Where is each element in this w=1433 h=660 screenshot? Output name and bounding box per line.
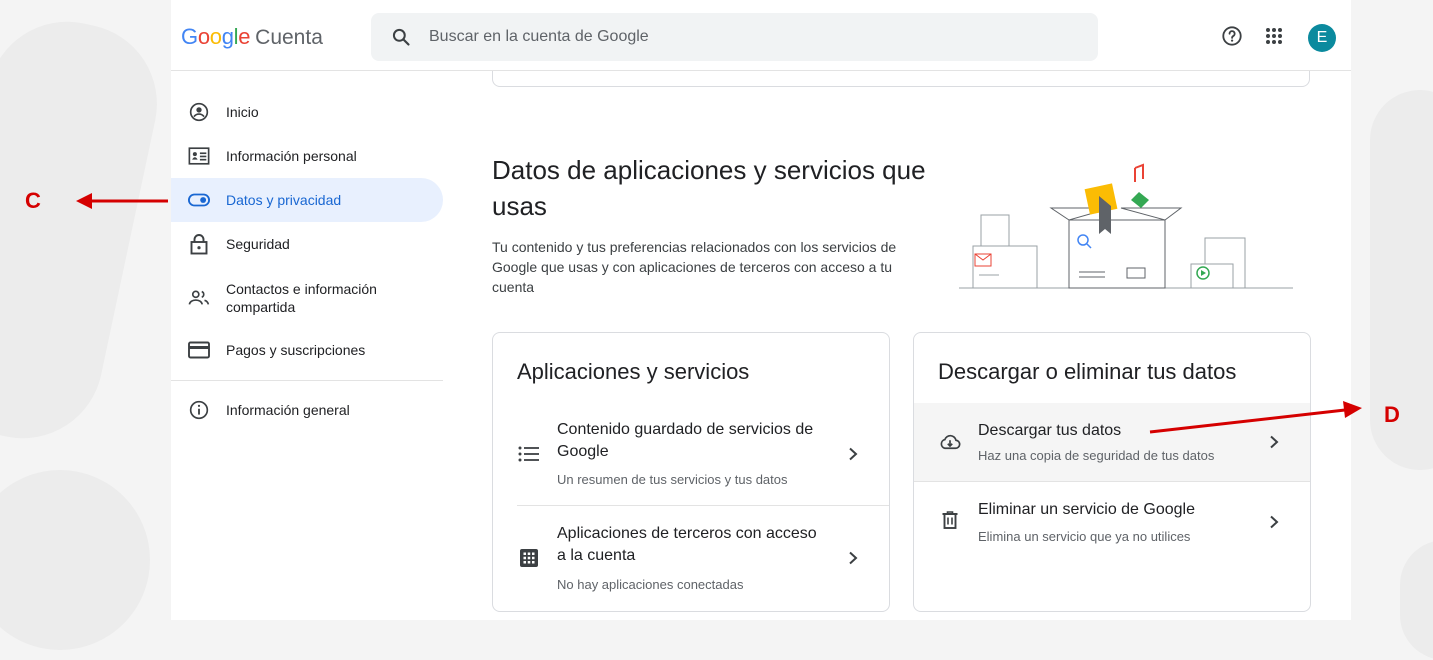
- sidebar-item-informacion-personal[interactable]: Información personal: [171, 144, 443, 168]
- third-party-apps-row[interactable]: Aplicaciones de terceros con acceso a la…: [493, 506, 889, 610]
- row-title: Aplicaciones de terceros con acceso a la…: [557, 525, 817, 564]
- delete-service-row[interactable]: Eliminar un servicio de Google Elimina u…: [914, 482, 1310, 562]
- app-grid-icon: [517, 546, 541, 570]
- toggle-icon: [188, 189, 210, 211]
- trash-icon: [938, 508, 962, 532]
- chevron-right-icon: [1262, 510, 1286, 534]
- person-circle-icon: [188, 101, 210, 123]
- download-data-row[interactable]: Descargar tus datos Haz una copia de seg…: [914, 403, 1310, 481]
- sidebar-divider: [171, 380, 443, 381]
- background-shape: [1400, 540, 1433, 660]
- chevron-right-icon: [841, 442, 865, 466]
- sidebar-item-informacion-general[interactable]: Información general: [171, 398, 443, 422]
- background-shape: [0, 6, 172, 454]
- apps-box-illustration: [959, 163, 1293, 289]
- background-shape: [1370, 90, 1433, 470]
- top-app-bar: Google Cuenta E: [171, 0, 1351, 71]
- search-input[interactable]: [427, 27, 1031, 47]
- sidebar-item-datos-y-privacidad[interactable]: Datos y privacidad: [171, 178, 443, 222]
- row-title: Contenido guardado de servicios de Googl…: [557, 421, 814, 460]
- apps-grid-icon[interactable]: [1262, 24, 1286, 48]
- row-subtitle: Un resumen de tus servicios y tus datos: [557, 472, 788, 487]
- google-wordmark: Google: [181, 24, 251, 49]
- help-circle-icon[interactable]: [1220, 24, 1244, 48]
- card-title: Aplicaciones y servicios: [517, 359, 750, 384]
- row-title: Descargar tus datos: [978, 422, 1122, 439]
- sidebar-item-label: Datos y privacidad: [226, 192, 342, 208]
- row-subtitle: Haz una copia de seguridad de tus datos: [978, 448, 1215, 463]
- credit-card-icon: [188, 339, 210, 361]
- cloud-download-icon: [938, 430, 962, 454]
- search-icon: [392, 28, 410, 46]
- row-title: Eliminar un servicio de Google: [978, 501, 1195, 518]
- annotation-label-c: C: [25, 188, 41, 213]
- sidebar-item-label: Seguridad: [226, 236, 290, 252]
- search-box[interactable]: [371, 13, 1098, 61]
- saved-content-row[interactable]: Contenido guardado de servicios de Googl…: [493, 405, 889, 505]
- sidebar-item-label: Contactos e información compartida: [226, 281, 377, 315]
- background-shape: [0, 470, 150, 650]
- info-icon: [188, 399, 210, 421]
- id-card-icon: [188, 145, 210, 167]
- people-icon: [188, 287, 210, 309]
- download-delete-card: Descargar o eliminar tus datos Descargar…: [913, 332, 1311, 612]
- card-title: Descargar o eliminar tus datos: [938, 359, 1237, 384]
- list-icon: [517, 442, 541, 466]
- sidebar-item-pagos[interactable]: Pagos y suscripciones: [171, 338, 443, 362]
- avatar[interactable]: E: [1308, 24, 1336, 52]
- sidebar-item-label: Inicio: [226, 104, 259, 120]
- chevron-right-icon: [1262, 430, 1286, 454]
- sidebar-item-inicio[interactable]: Inicio: [171, 100, 443, 124]
- sidebar-item-contactos[interactable]: Contactos e información compartida: [171, 278, 443, 318]
- google-account-window: Google Cuenta E: [171, 0, 1351, 620]
- sidebar-item-label: Información personal: [226, 148, 357, 164]
- sidebar-item-seguridad[interactable]: Seguridad: [171, 232, 443, 256]
- row-subtitle: Elimina un servicio que ya no utilices: [978, 529, 1191, 544]
- annotation-label-d: D: [1384, 402, 1400, 427]
- section-description: Tu contenido y tus preferencias relacion…: [492, 239, 897, 295]
- lock-icon: [188, 233, 210, 255]
- section-title: Datos de aplicaciones y servicios que us…: [492, 155, 926, 221]
- row-subtitle: No hay aplicaciones conectadas: [557, 577, 744, 592]
- chevron-right-icon: [841, 546, 865, 570]
- logo-product-name: Cuenta: [255, 26, 323, 49]
- google-account-logo[interactable]: Google Cuenta: [181, 24, 323, 50]
- sidebar-item-label: Pagos y suscripciones: [226, 342, 366, 358]
- apps-services-card: Aplicaciones y servicios Contenido guard…: [492, 332, 890, 612]
- sidebar-item-label: Información general: [226, 402, 350, 418]
